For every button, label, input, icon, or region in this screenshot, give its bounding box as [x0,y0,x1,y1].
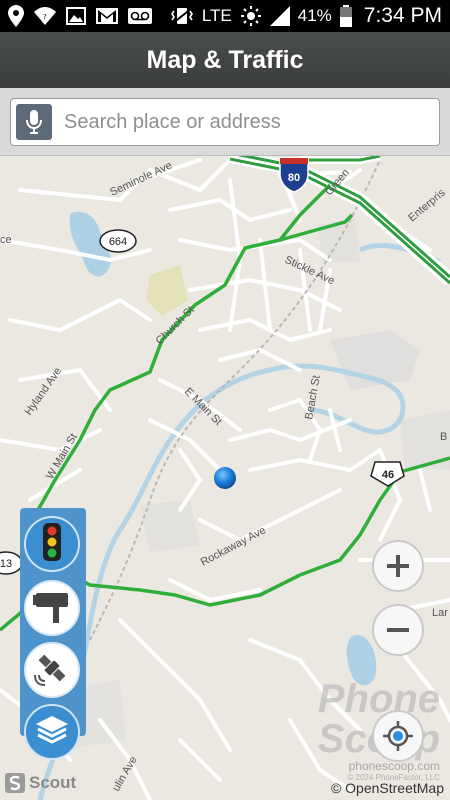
traffic-toggle-button[interactable] [24,516,80,572]
speed-camera-button[interactable] [24,580,80,636]
battery-icon [339,5,352,27]
crosshair-icon [383,721,413,751]
svg-text:664: 664 [109,236,127,248]
image-icon [66,7,86,25]
label-b: B [440,431,447,443]
satellite-view-button[interactable] [24,642,80,698]
brightness-icon [240,5,262,27]
status-bar: ? LTE 41% 7:34 PM [0,0,450,32]
svg-text:13: 13 [0,558,12,570]
traffic-light-icon [42,522,62,566]
route-664-shield: 664 [99,229,137,253]
network-type: LTE [201,6,232,25]
clock: 7:34 PM [363,4,442,27]
zoom-out-button[interactable] [372,604,424,656]
satellite-icon [33,649,71,692]
app-root: ? LTE 41% 7:34 PM Map & Traffic Search p… [0,0,450,800]
search-bar [0,88,450,156]
minus-icon [387,628,409,632]
map-tools-panel [20,508,86,760]
wifi-icon: ? [34,7,56,25]
speed-camera-icon [33,589,71,628]
scout-logo: Scout [4,772,76,794]
app-bar: Map & Traffic [0,32,450,88]
svg-text:?: ? [43,13,47,21]
voicemail-icon [128,8,152,24]
svg-text:80: 80 [288,172,300,184]
signal-icon [269,6,290,26]
label-lar: Lar [432,607,448,619]
vibrate-icon [170,6,194,26]
search-input[interactable] [64,110,424,134]
location-icon [8,5,24,27]
page-title: Map & Traffic [146,45,304,74]
current-location-marker [214,467,236,489]
zoom-in-button[interactable] [372,540,424,592]
layers-button[interactable] [24,704,80,760]
label-ce: ce [0,234,12,246]
search-box[interactable] [10,98,440,146]
svg-text:46: 46 [382,469,394,481]
microphone-icon[interactable] [16,104,52,140]
battery-percent: 41% [297,6,332,25]
map-attribution[interactable]: © OpenStreetMap [331,780,444,796]
gmail-icon [96,8,118,24]
plus-icon [387,555,409,577]
my-location-button[interactable] [372,710,424,762]
layers-icon [34,714,70,751]
